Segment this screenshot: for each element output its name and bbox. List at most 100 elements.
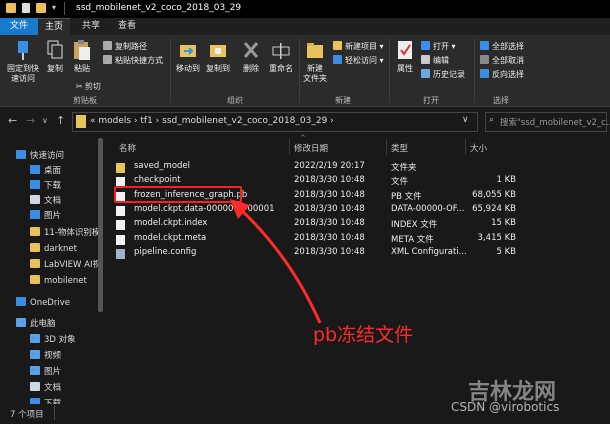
column-divider[interactable] bbox=[289, 139, 290, 155]
edit-button[interactable]: 编辑 bbox=[421, 55, 449, 66]
folder-icon bbox=[30, 243, 40, 252]
file-icon bbox=[116, 235, 125, 245]
watermark-credit: CSDN @virobotics bbox=[451, 400, 560, 414]
nav-item-label: mobilenet bbox=[44, 276, 87, 286]
file-name: model.ckpt.index bbox=[134, 218, 208, 228]
picture-icon bbox=[30, 366, 40, 375]
properties-button[interactable]: 属性 bbox=[393, 39, 417, 74]
window-title: ssd_mobilenet_v2_coco_2018_03_29 bbox=[76, 3, 242, 13]
select-group-label: 选择 bbox=[493, 96, 509, 105]
address-dropdown-icon[interactable]: ∨ bbox=[462, 115, 469, 125]
copy-to-icon bbox=[210, 45, 226, 57]
nav-item[interactable]: OneDrive bbox=[0, 295, 98, 311]
select-none-icon bbox=[480, 55, 489, 64]
nav-item[interactable]: 此电脑 bbox=[0, 316, 98, 332]
paste-shortcut-button[interactable]: 粘贴快捷方式 bbox=[103, 55, 163, 66]
recent-dropdown-icon[interactable]: ∨ bbox=[42, 116, 48, 125]
move-to-button[interactable]: 移动到 bbox=[174, 39, 202, 74]
easy-access-button[interactable]: 轻松访问 ▾ bbox=[333, 55, 384, 66]
nav-item[interactable]: LabVIEW AI视觉 bbox=[0, 257, 98, 273]
file-row[interactable]: saved_model 2022/2/19 20:17 文件夹 bbox=[110, 161, 518, 175]
select-all-button[interactable]: 全部选择 bbox=[480, 41, 524, 52]
nav-item[interactable]: 文档 bbox=[0, 380, 98, 396]
delete-label: 删除 bbox=[243, 64, 259, 73]
nav-item[interactable]: 桌面 bbox=[0, 163, 98, 179]
file-name: checkpoint bbox=[134, 175, 181, 185]
quick-access-dropdown-icon[interactable]: ▾ bbox=[52, 3, 56, 12]
pin-quick-access-button[interactable]: 固定到快 速访问 bbox=[4, 39, 42, 84]
folder-icon bbox=[116, 163, 125, 173]
delete-button[interactable]: 删除 bbox=[238, 39, 264, 74]
rename-label: 重命名 bbox=[269, 64, 293, 73]
rename-button[interactable]: 重命名 bbox=[266, 39, 296, 74]
rename-icon bbox=[272, 43, 290, 59]
paste-button[interactable]: 粘贴 bbox=[70, 39, 94, 74]
desktop-icon bbox=[30, 165, 40, 174]
breadcrumb[interactable]: « models › tf1 › ssd_mobilenet_v2_coco_2… bbox=[90, 116, 334, 126]
new-folder-button[interactable]: 新建 文件夹 bbox=[301, 39, 329, 84]
move-to-label: 移动到 bbox=[176, 64, 200, 73]
easy-access-icon bbox=[333, 55, 342, 64]
cut-button[interactable]: ✂ 剪切 bbox=[76, 81, 101, 92]
column-size[interactable]: 大小 bbox=[470, 142, 487, 154]
sort-caret-icon: ^ bbox=[300, 134, 306, 142]
nav-item[interactable]: 快速访问 bbox=[0, 148, 98, 164]
divider bbox=[54, 406, 55, 420]
folder-icon bbox=[6, 3, 16, 13]
file-name: model.ckpt.meta bbox=[134, 233, 207, 243]
file-name: pipeline.config bbox=[134, 247, 197, 257]
nav-item[interactable]: 下载 bbox=[0, 178, 98, 194]
download-icon bbox=[30, 180, 40, 189]
group-divider bbox=[474, 39, 475, 103]
history-button[interactable]: 历史记录 bbox=[421, 69, 465, 80]
nav-item-label: 快速访问 bbox=[30, 151, 65, 161]
nav-item[interactable]: mobilenet bbox=[0, 273, 98, 289]
nav-item[interactable]: darknet bbox=[0, 241, 98, 257]
nav-item-label: darknet bbox=[44, 244, 77, 254]
copy-to-button[interactable]: 复制到 bbox=[204, 39, 232, 74]
invert-selection-button[interactable]: 反向选择 bbox=[480, 69, 524, 80]
copy-path-button[interactable]: 复制路径 bbox=[103, 41, 147, 52]
file-size: 65,924 KB bbox=[472, 204, 516, 214]
new-folder-icon[interactable] bbox=[36, 3, 46, 13]
ribbon: 固定到快 速访问 复制 粘贴 复制路径 粘贴快捷方式 ✂ 剪切 剪贴板 移动到 复… bbox=[0, 35, 610, 107]
up-arrow-icon[interactable]: ↑ bbox=[56, 114, 65, 127]
copy-to-label: 复制到 bbox=[206, 64, 230, 73]
column-name[interactable]: 名称 bbox=[119, 142, 136, 154]
video-icon bbox=[30, 350, 40, 359]
nav-item[interactable]: 图片 bbox=[0, 208, 98, 224]
nav-item[interactable]: 11-物体识别模型 bbox=[0, 225, 98, 241]
new-item-button[interactable]: 新建项目 ▾ bbox=[333, 41, 384, 52]
open-button[interactable]: 打开 ▾ bbox=[421, 41, 456, 52]
delete-icon bbox=[243, 42, 259, 58]
nav-item-label: 3D 对象 bbox=[44, 335, 76, 345]
nav-item[interactable]: 3D 对象 bbox=[0, 332, 98, 348]
title-bar: ▾ ssd_mobilenet_v2_coco_2018_03_29 bbox=[0, 0, 610, 18]
forward-arrow-icon[interactable]: → bbox=[26, 114, 35, 127]
properties-icon[interactable] bbox=[22, 3, 30, 13]
tab-share[interactable]: 共享 bbox=[74, 18, 108, 35]
cloud-icon bbox=[16, 297, 26, 306]
nav-item[interactable]: 文档 bbox=[0, 193, 98, 209]
file-size: 1 KB bbox=[496, 175, 516, 185]
tab-view[interactable]: 查看 bbox=[110, 18, 144, 35]
ribbon-tabs: 文件 主页 共享 查看 bbox=[0, 18, 610, 35]
back-arrow-icon[interactable]: ← bbox=[8, 114, 17, 127]
tab-file[interactable]: 文件 bbox=[0, 18, 38, 35]
file-date: 2022/2/19 20:17 bbox=[294, 161, 365, 171]
column-divider[interactable] bbox=[465, 139, 466, 155]
column-divider[interactable] bbox=[386, 139, 387, 155]
copy-path-icon bbox=[103, 41, 112, 50]
nav-item[interactable]: 视频 bbox=[0, 348, 98, 364]
column-date[interactable]: 修改日期 bbox=[294, 142, 328, 154]
tab-home[interactable]: 主页 bbox=[38, 18, 70, 35]
file-type: INDEX 文件 bbox=[391, 220, 438, 230]
select-none-button[interactable]: 全部取消 bbox=[480, 55, 524, 66]
nav-scrollbar[interactable] bbox=[98, 138, 103, 312]
annotation-arrow bbox=[230, 199, 322, 324]
document-icon bbox=[30, 195, 40, 204]
nav-item[interactable]: 图片 bbox=[0, 364, 98, 380]
new-group-label: 新建 bbox=[335, 96, 351, 105]
copy-button[interactable]: 复制 bbox=[44, 39, 66, 74]
column-type[interactable]: 类型 bbox=[391, 142, 408, 154]
